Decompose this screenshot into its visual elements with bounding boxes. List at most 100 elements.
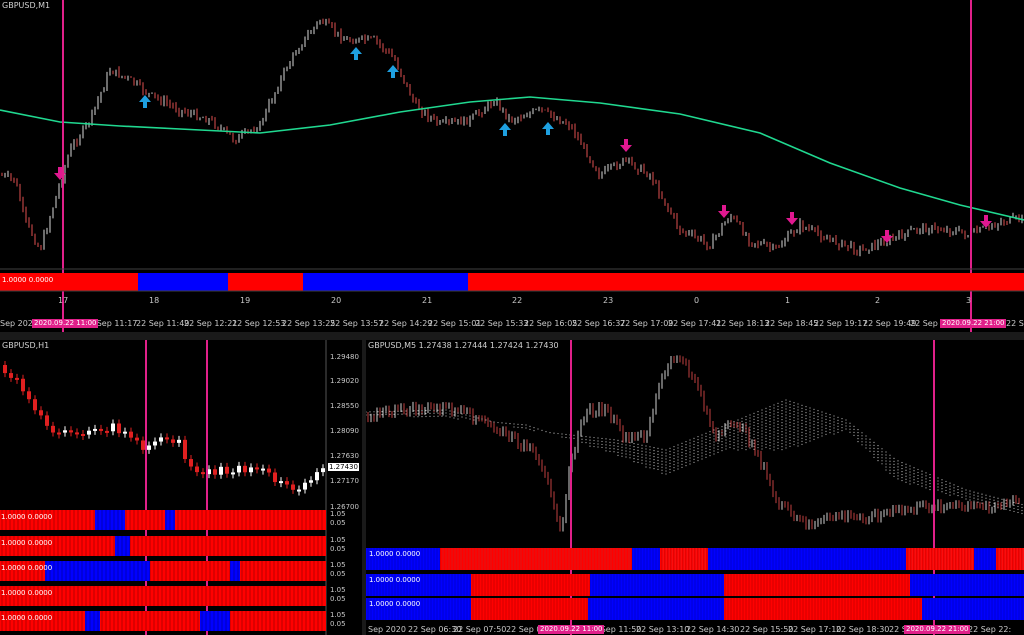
- indicator-scale-label: 0.05: [330, 570, 346, 578]
- cloud-dot: [885, 457, 887, 459]
- cloud-dot: [725, 442, 727, 444]
- cloud-dot: [689, 451, 691, 453]
- cloud-dot: [657, 459, 659, 461]
- cloud-dot: [585, 439, 587, 441]
- cloud-dot: [737, 443, 739, 445]
- cloud-dot: [765, 443, 767, 445]
- cloud-dot: [765, 422, 767, 424]
- indicator-strip-segment: [922, 598, 1024, 620]
- window-divider-horizontal[interactable]: [0, 332, 1024, 340]
- cloud-dot: [841, 430, 843, 432]
- cloud-dot: [781, 449, 783, 451]
- cloud-dot: [873, 444, 875, 446]
- cloud-dot: [653, 453, 655, 455]
- cloud-dot: [621, 446, 623, 448]
- cloud-dot: [697, 439, 699, 441]
- h1-candle: [297, 489, 301, 492]
- cloud-dot: [753, 418, 755, 420]
- cloud-dot: [825, 421, 827, 423]
- m5-chart-title: GBPUSD,M5 1.27438 1.27444 1.27424 1.2743…: [368, 341, 559, 350]
- cloud-dot: [661, 457, 663, 459]
- cloud-dot: [693, 458, 695, 460]
- cloud-dot: [505, 422, 507, 424]
- h1-candle: [303, 482, 307, 490]
- price-tick-label: 1.28090: [330, 427, 359, 435]
- cloud-dot: [765, 440, 767, 442]
- top-chart-window[interactable]: GBPUSD,M1 1.0000 0.0000 17 18 19 20 21 22 23 0 1…: [0, 0, 1024, 332]
- h1-candle: [135, 437, 139, 441]
- cloud-dot: [721, 426, 723, 428]
- cloud-dot: [701, 446, 703, 448]
- cloud-dot: [781, 407, 783, 409]
- cloud-dot: [997, 506, 999, 508]
- cloud-dot: [805, 421, 807, 423]
- cloud-dot: [513, 426, 515, 428]
- cloud-dot: [705, 444, 707, 446]
- cloud-dot: [457, 418, 459, 420]
- cloud-dot: [385, 413, 387, 416]
- cloud-dot: [617, 439, 619, 441]
- cloud-dot: [653, 450, 655, 452]
- cloud-dot: [777, 402, 779, 404]
- cloud-dot: [797, 403, 799, 405]
- cloud-dot: [673, 449, 675, 451]
- cloud-dot: [781, 443, 783, 445]
- cloud-dot: [945, 492, 947, 495]
- cloud-dot: [837, 416, 839, 418]
- cloud-dot: [581, 438, 583, 440]
- cloud-dot: [753, 445, 755, 447]
- m5-price-chart[interactable]: [366, 340, 1024, 635]
- cloud-dot: [393, 410, 395, 412]
- top-price-chart[interactable]: [0, 0, 1024, 332]
- cloud-dot: [781, 422, 783, 424]
- time-tick-label: 22 Sep 17:41: [668, 319, 722, 328]
- cloud-dot: [437, 409, 439, 411]
- cloud-dot: [829, 414, 831, 416]
- h1-price-chart[interactable]: [0, 340, 362, 635]
- cloud-dot: [701, 434, 703, 436]
- cloud-dot: [945, 483, 947, 486]
- h1-candle: [183, 439, 187, 460]
- indicator-label: 1.0000 0.0000: [1, 513, 53, 521]
- cloud-dot: [593, 442, 595, 445]
- h1-candle: [3, 365, 7, 374]
- h1-chart-window[interactable]: GBPUSD,H1 1.29480 1.29020 1.28550 1.28090 1.…: [0, 340, 362, 635]
- cloud-dot: [749, 426, 751, 428]
- cloud-dot: [665, 449, 667, 451]
- cloud-dot: [777, 432, 779, 434]
- cloud-dot: [729, 431, 731, 433]
- m5-chart-window[interactable]: GBPUSD,M5 1.27438 1.27444 1.27424 1.2743…: [366, 340, 1024, 635]
- cloud-dot: [701, 449, 703, 451]
- h1-candle: [171, 439, 175, 443]
- cloud-dot: [737, 419, 739, 421]
- cloud-dot: [609, 438, 611, 440]
- cloud-dot: [693, 449, 695, 451]
- cloud-dot: [653, 456, 655, 458]
- indicator-label: 1.0000 0.0000: [1, 564, 53, 572]
- cloud-dot: [885, 451, 887, 453]
- cloud-dot: [737, 434, 739, 436]
- cloud-dot: [989, 501, 991, 503]
- cloud-dot: [517, 423, 519, 425]
- cloud-dot: [961, 487, 963, 489]
- cloud-dot: [977, 501, 979, 503]
- cloud-dot: [457, 412, 459, 414]
- cloud-dot: [765, 407, 767, 409]
- cloud-dot: [905, 472, 907, 474]
- cloud-dot: [893, 475, 895, 477]
- cloud-dot: [637, 458, 639, 460]
- cloud-dot: [749, 420, 751, 422]
- cloud-dot: [601, 443, 603, 446]
- cloud-dot: [949, 494, 951, 496]
- cloud-dot: [689, 454, 691, 456]
- cloud-dot: [973, 497, 975, 499]
- cloud-dot: [757, 447, 759, 449]
- cloud-dot: [785, 420, 787, 422]
- cloud-dot: [765, 419, 767, 421]
- indicator-scale-label: 0.05: [330, 519, 346, 527]
- cloud-dot: [1009, 509, 1011, 511]
- cloud-dot: [777, 405, 779, 407]
- cloud-dot: [825, 424, 827, 426]
- cloud-dot: [673, 470, 675, 472]
- cloud-dot: [865, 435, 867, 437]
